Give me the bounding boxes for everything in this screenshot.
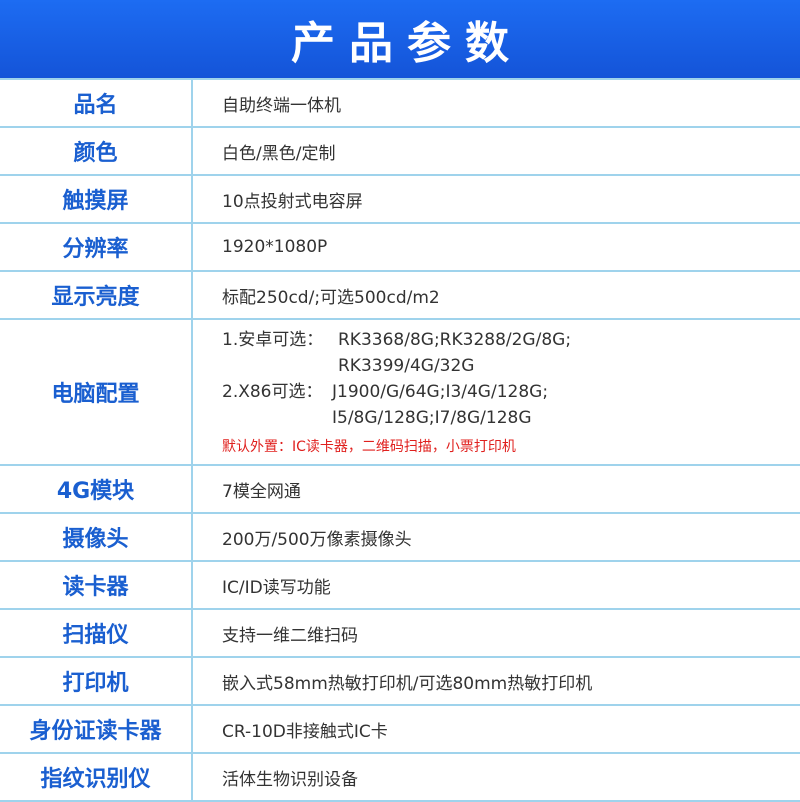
spec-label: 指纹识别仪: [0, 754, 193, 800]
spec-table: 品名 自助终端一体机 颜色 白色/黑色/定制 触摸屏 10点投射式电容屏 分辨率…: [0, 78, 800, 802]
table-row: 身份证读卡器 CR-10D非接触式IC卡: [0, 706, 800, 754]
spec-value: 支持一维二维扫码: [193, 610, 800, 656]
table-row: 打印机 嵌入式58mm热敏打印机/可选80mm热敏打印机: [0, 658, 800, 706]
spec-value: 7模全网通: [193, 466, 800, 512]
x86-options-1: J1900/G/64G;I3/4G/128G;: [332, 382, 549, 402]
title-banner: 产品参数: [0, 0, 800, 78]
spec-label: 显示亮度: [0, 272, 193, 318]
spec-value: 白色/黑色/定制: [193, 128, 800, 174]
spec-label: 摄像头: [0, 514, 193, 560]
table-row: 4G模块 7模全网通: [0, 466, 800, 514]
android-options-line: 1.安卓可选： RK3368/8G;RK3288/2G/8G;: [222, 328, 571, 352]
page-title: 产品参数: [291, 18, 523, 69]
spec-value: 嵌入式58mm热敏打印机/可选80mm热敏打印机: [193, 658, 800, 704]
table-row: 触摸屏 10点投射式电容屏: [0, 176, 800, 224]
android-options-2: RK3399/4G/32G: [338, 356, 475, 376]
spec-value-multiline: 1.安卓可选： RK3368/8G;RK3288/2G/8G; RK3399/4…: [193, 320, 800, 464]
table-row-computer-config: 电脑配置 1.安卓可选： RK3368/8G;RK3288/2G/8G; RK3…: [0, 320, 800, 466]
android-options-line-2: RK3399/4G/32G: [222, 354, 474, 378]
spec-value: CR-10D非接触式IC卡: [193, 706, 800, 752]
spec-label: 颜色: [0, 128, 193, 174]
spec-label: 品名: [0, 80, 193, 126]
table-row: 摄像头 200万/500万像素摄像头: [0, 514, 800, 562]
spec-label: 打印机: [0, 658, 193, 704]
spec-label: 触摸屏: [0, 176, 193, 222]
table-row: 显示亮度 标配250cd/;可选500cd/m2: [0, 272, 800, 320]
table-row: 颜色 白色/黑色/定制: [0, 128, 800, 176]
table-row: 读卡器 IC/ID读写功能: [0, 562, 800, 610]
default-peripherals-note: 默认外置：IC读卡器，二维码扫描，小票打印机: [222, 439, 516, 455]
spec-value: IC/ID读写功能: [193, 562, 800, 608]
spec-label: 读卡器: [0, 562, 193, 608]
spec-value: 200万/500万像素摄像头: [193, 514, 800, 560]
table-row: 扫描仪 支持一维二维扫码: [0, 610, 800, 658]
spec-value: 1920*1080P: [193, 224, 800, 270]
spec-label: 分辨率: [0, 224, 193, 270]
spec-label: 扫描仪: [0, 610, 193, 656]
x86-options-line: 2.X86可选： J1900/G/64G;I3/4G/128G;: [222, 380, 548, 404]
spec-sheet: 产品参数 品名 自助终端一体机 颜色 白色/黑色/定制 触摸屏 10点投射式电容…: [0, 0, 800, 802]
x86-options-2: I5/8G/128G;I7/8G/128G: [332, 408, 532, 428]
spec-label: 身份证读卡器: [0, 706, 193, 752]
spec-label: 4G模块: [0, 466, 193, 512]
android-options-1: RK3368/8G;RK3288/2G/8G;: [338, 330, 572, 350]
table-row: 品名 自助终端一体机: [0, 80, 800, 128]
android-prefix: 1.安卓可选：: [222, 330, 324, 350]
spec-value: 自助终端一体机: [193, 80, 800, 126]
spec-value: 10点投射式电容屏: [193, 176, 800, 222]
spec-value: 标配250cd/;可选500cd/m2: [193, 272, 800, 318]
spec-label: 电脑配置: [0, 320, 193, 464]
x86-prefix: 2.X86可选：: [222, 382, 323, 402]
table-row: 分辨率 1920*1080P: [0, 224, 800, 272]
table-row: 指纹识别仪 活体生物识别设备: [0, 754, 800, 802]
x86-options-line-2: I5/8G/128G;I7/8G/128G: [222, 406, 532, 430]
spec-value: 活体生物识别设备: [193, 754, 800, 800]
